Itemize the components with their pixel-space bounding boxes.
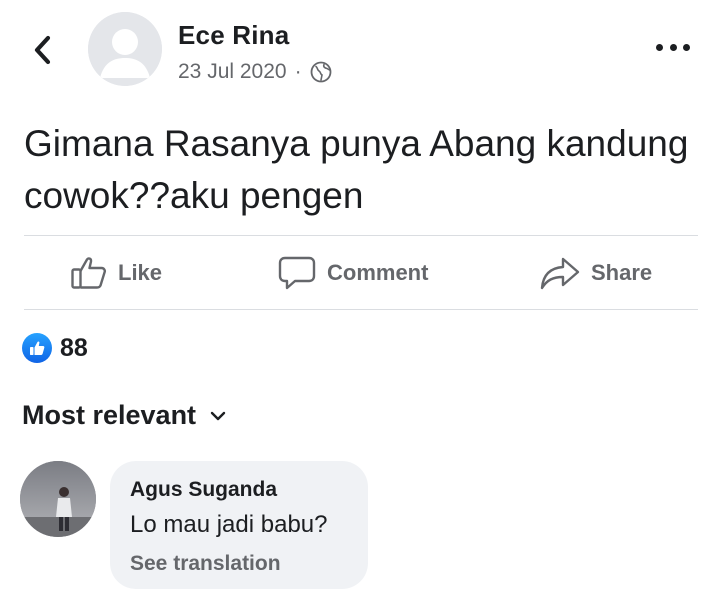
divider <box>24 309 698 310</box>
back-button[interactable] <box>30 33 56 67</box>
chevron-down-icon <box>210 411 226 420</box>
like-button[interactable]: Like <box>70 236 162 309</box>
default-avatar-icon <box>88 12 162 86</box>
reaction-count: 88 <box>60 333 88 362</box>
post-date[interactable]: 23 Jul 2020 <box>178 60 287 84</box>
thumbs-up-icon <box>71 256 107 289</box>
comment-button[interactable]: Comment <box>277 236 428 309</box>
share-label: Share <box>591 259 653 285</box>
post-actions-bar: Like Comment Share <box>24 236 698 309</box>
author-name[interactable]: Ece Rina <box>178 20 289 51</box>
author-avatar[interactable] <box>88 12 162 86</box>
comment-bubble: Agus Suganda Lo mau jadi babu? See trans… <box>110 461 368 589</box>
dot-icon <box>683 43 690 51</box>
share-arrow-icon <box>540 257 580 289</box>
commenter-name[interactable]: Agus Suganda <box>130 478 277 502</box>
reactions-summary[interactable]: 88 <box>22 333 88 363</box>
dot-icon <box>656 43 663 51</box>
post-text: Gimana Rasanya punya Abang kandung cowok… <box>24 123 689 216</box>
post-meta: 23 Jul 2020 · <box>178 60 332 84</box>
comments-sort-dropdown[interactable]: Most relevant <box>22 400 226 431</box>
dot-icon <box>669 43 677 51</box>
commenter-avatar[interactable] <box>20 461 96 537</box>
comment-label: Comment <box>327 259 429 285</box>
like-reaction-icon <box>22 333 52 363</box>
chevron-left-icon <box>34 35 51 65</box>
profile-photo-image <box>20 461 96 537</box>
sort-label: Most relevant <box>22 400 197 430</box>
comment-text: Lo mau jadi babu? <box>130 511 328 538</box>
more-options-button[interactable] <box>656 40 690 54</box>
like-label: Like <box>118 259 163 285</box>
share-button[interactable]: Share <box>539 236 652 309</box>
comment-bubble-icon <box>278 256 316 289</box>
see-translation-link[interactable]: See translation <box>130 552 281 576</box>
meta-separator: · <box>294 60 302 83</box>
globe-icon <box>310 61 332 83</box>
